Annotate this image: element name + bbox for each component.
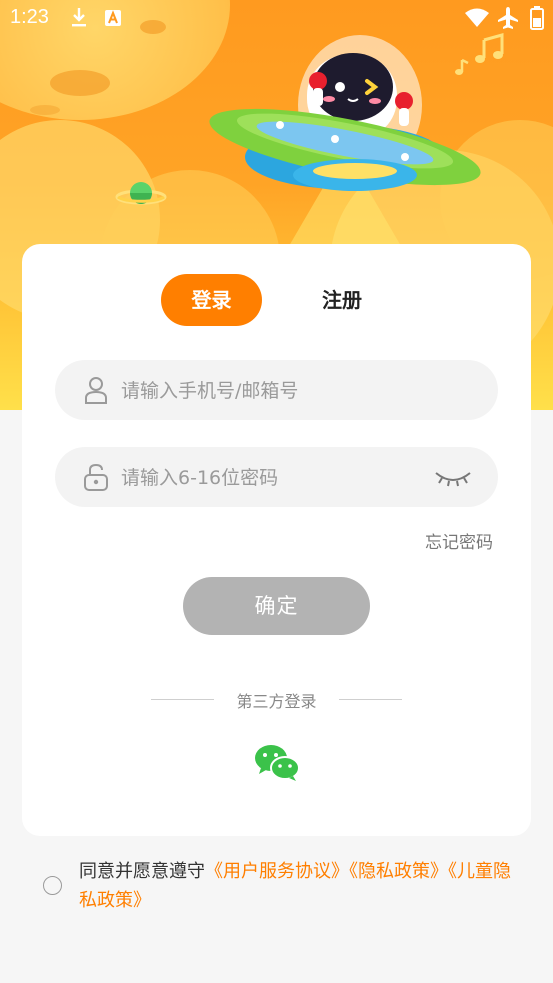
user-service-agreement-link[interactable]: 《用户服务协议》	[205, 861, 349, 882]
battery-icon	[530, 6, 544, 30]
account-input[interactable]	[119, 360, 443, 422]
tab-register[interactable]: 注册	[292, 274, 392, 326]
status-time: 1:23	[10, 6, 49, 28]
account-field[interactable]	[55, 360, 498, 422]
login-card: 登录 注册 忘记密码 确定 第三方登录	[22, 244, 531, 836]
privacy-policy-link[interactable]: 《隐私政策》	[349, 861, 448, 882]
password-field[interactable]	[55, 447, 498, 509]
a-badge-icon	[105, 10, 121, 26]
planet-icon	[115, 182, 167, 205]
divider-right	[339, 699, 402, 700]
login-screen: 1:23 登录 注册 请输入手机号/邮箱号 忘记密码 确定 第三方登录 同意并愿…	[0, 0, 553, 983]
wifi-icon	[465, 8, 489, 27]
forgot-password-link[interactable]: 忘记密码	[425, 528, 493, 553]
ufo-illustration	[209, 108, 481, 191]
unlock-icon	[84, 463, 108, 491]
user-icon	[85, 377, 107, 404]
third-party-title: 第三方登录	[236, 692, 317, 711]
eye-closed-icon[interactable]	[433, 467, 473, 491]
confirm-button[interactable]: 确定	[183, 577, 370, 635]
password-input[interactable]	[119, 447, 443, 509]
agreement-prefix: 同意并愿意遵守	[79, 861, 205, 882]
agreement-radio[interactable]	[43, 876, 62, 895]
airplane-icon	[498, 7, 518, 29]
status-bar: 1:23	[0, 0, 553, 40]
wechat-icon[interactable]	[253, 742, 301, 782]
agreement-text: 同意并愿意遵守《用户服务协议》《隐私政策》《儿童隐私政策》	[79, 857, 524, 915]
download-icon	[72, 8, 86, 27]
tab-login[interactable]: 登录	[161, 274, 262, 326]
